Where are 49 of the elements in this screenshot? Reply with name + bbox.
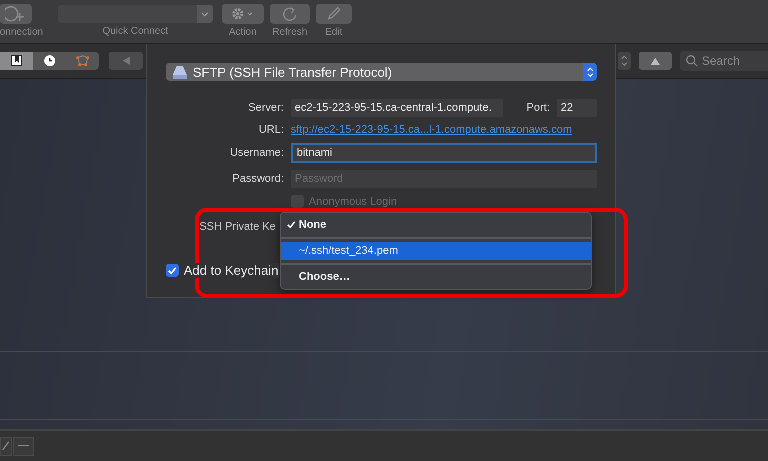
- refresh-button[interactable]: [270, 4, 310, 24]
- toolbar-label: Quick Connect: [102, 26, 168, 37]
- checkbox-label: Add to Keychain: [184, 263, 279, 278]
- triangle-left-icon: [122, 57, 130, 65]
- pencil-icon: [326, 6, 342, 22]
- up-down-icon: [621, 55, 628, 67]
- toolbar-label: Edit: [325, 27, 343, 38]
- chevron-down-icon: [201, 12, 209, 16]
- menu-item[interactable]: Choose…: [281, 268, 591, 286]
- stepper-button[interactable]: [618, 52, 631, 70]
- port-field[interactable]: 22: [557, 99, 597, 117]
- protocol-popup[interactable]: SFTP (SSH File Transfer Protocol): [166, 63, 597, 81]
- checkbox[interactable]: [166, 264, 179, 277]
- triangle-up-icon: [651, 58, 660, 64]
- back-button[interactable]: [109, 52, 143, 70]
- username-field[interactable]: bitnami: [291, 143, 597, 163]
- checkmark-icon: [168, 266, 177, 274]
- up-down-icon: [586, 66, 594, 78]
- menu-item[interactable]: ~/.ssh/test_234.pem: [281, 242, 591, 260]
- drive-icon: [173, 66, 187, 78]
- field-label: URL:: [258, 124, 284, 136]
- bookmark-icon: [10, 55, 22, 67]
- checkbox-label: Anonymous Login: [309, 196, 398, 208]
- toolbar-label: Refresh: [272, 27, 308, 38]
- refresh-icon: [282, 6, 298, 22]
- toolbar-label: Action: [229, 27, 257, 38]
- edit-button[interactable]: [316, 4, 352, 24]
- gear-icon: [231, 7, 255, 21]
- pencil-icon: [2, 441, 10, 451]
- quick-connect-field[interactable]: [58, 5, 213, 23]
- field-label: Server:: [248, 102, 284, 114]
- bookmarks-tab[interactable]: [0, 52, 33, 70]
- minus-icon: [18, 445, 29, 447]
- new-connection-button[interactable]: [0, 4, 32, 24]
- network-nodes-icon: [76, 55, 90, 67]
- server-field[interactable]: ec2-15-223-95-15.ca-central-1.compute.: [291, 99, 503, 117]
- action-button[interactable]: [222, 4, 264, 24]
- url-link[interactable]: sftp://ec2-15-223-95-15.ca...l-1.compute.amazonaws.com: [291, 124, 597, 136]
- remove-button[interactable]: [13, 436, 34, 456]
- field-label: Username:: [229, 147, 284, 159]
- checkmark-icon: [287, 221, 296, 229]
- field-label: Password:: [232, 173, 284, 185]
- upload-button[interactable]: [639, 52, 672, 70]
- menu-item[interactable]: None: [281, 216, 591, 234]
- field-label: SSH Private Ke: [200, 221, 276, 233]
- search-field[interactable]: Search: [680, 51, 768, 71]
- clock-icon: [44, 55, 56, 67]
- field-label: Port:: [526, 102, 550, 114]
- toolbar-label: onnection: [0, 27, 44, 38]
